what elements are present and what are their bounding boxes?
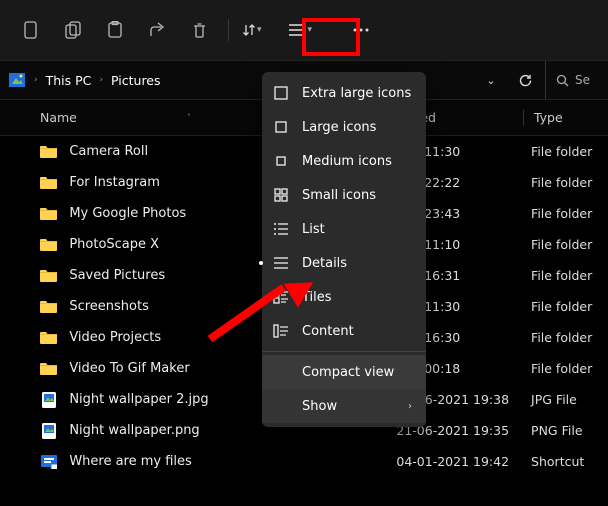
view-option-label: Medium icons xyxy=(302,154,392,169)
image-file-icon xyxy=(40,391,57,409)
file-row[interactable]: Where are my files04-01-2021 19:42Shortc… xyxy=(0,446,608,477)
view-option-label: Small icons xyxy=(302,188,376,203)
view-menu-item[interactable]: Large icons xyxy=(262,110,426,144)
delete-button[interactable] xyxy=(182,13,216,47)
image-file-icon xyxy=(40,422,57,440)
folder-icon xyxy=(40,174,57,192)
selected-indicator xyxy=(259,261,263,265)
sort-caret-icon: ˄ xyxy=(187,113,191,122)
file-type: File folder xyxy=(531,299,608,314)
folder-icon xyxy=(40,143,57,161)
chevron-right-icon[interactable]: › xyxy=(34,75,38,85)
refresh-button[interactable] xyxy=(511,66,539,94)
show-submenu-item[interactable]: Show › xyxy=(262,389,426,423)
file-type: File folder xyxy=(531,361,608,376)
new-button[interactable] xyxy=(14,13,48,47)
chevron-down-icon: ▾ xyxy=(308,25,313,35)
breadcrumb-this-pc[interactable]: This PC xyxy=(46,73,92,88)
folder-icon xyxy=(40,360,57,378)
folder-icon xyxy=(40,205,57,223)
copy-button[interactable] xyxy=(56,13,90,47)
view-menu-item[interactable]: Details xyxy=(262,246,426,280)
paste-button[interactable] xyxy=(98,13,132,47)
file-type: File folder xyxy=(531,206,608,221)
folder-icon xyxy=(40,298,57,316)
chevron-down-icon: ▾ xyxy=(257,25,262,35)
folder-icon xyxy=(40,267,57,285)
view-option-icon xyxy=(272,256,290,270)
menu-separator xyxy=(262,351,426,352)
view-option-label: Content xyxy=(302,324,354,339)
view-menu-item[interactable]: Extra large icons xyxy=(262,76,426,110)
file-type: JPG File xyxy=(531,392,608,407)
more-button[interactable] xyxy=(344,13,378,47)
search-icon xyxy=(556,74,569,87)
view-option-icon xyxy=(272,290,290,304)
file-type: File folder xyxy=(531,330,608,345)
view-option-label: Details xyxy=(302,256,347,271)
file-type: File folder xyxy=(531,175,608,190)
file-type: File folder xyxy=(531,268,608,283)
history-chevron-button[interactable]: ⌄ xyxy=(477,66,505,94)
folder-icon xyxy=(40,236,57,254)
view-menu-item[interactable]: Small icons xyxy=(262,178,426,212)
view-option-icon xyxy=(272,324,290,338)
compact-view-item[interactable]: Compact view xyxy=(262,355,426,389)
view-option-label: List xyxy=(302,222,325,237)
breadcrumb-pictures[interactable]: Pictures xyxy=(111,73,161,88)
search-placeholder: Se xyxy=(575,73,590,87)
location-icon xyxy=(8,71,26,89)
shortcut-icon xyxy=(40,453,57,471)
view-option-label: Extra large icons xyxy=(302,86,411,101)
view-menu-item[interactable]: Content xyxy=(262,314,426,348)
file-name: Where are my files xyxy=(69,454,396,469)
sort-button[interactable]: ▾ xyxy=(241,22,268,38)
view-option-icon xyxy=(272,119,290,135)
toolbar: ▾ ▾ xyxy=(0,0,608,60)
view-option-icon xyxy=(272,153,290,169)
share-button[interactable] xyxy=(140,13,174,47)
search-box[interactable]: Se xyxy=(545,61,600,99)
view-menu-item[interactable]: List xyxy=(262,212,426,246)
view-menu: Extra large icons Large icons Medium icons… xyxy=(262,72,426,427)
file-type: File folder xyxy=(531,144,608,159)
column-header-type[interactable]: Type xyxy=(534,110,608,125)
view-option-icon xyxy=(272,187,290,203)
file-type: File folder xyxy=(531,237,608,252)
view-option-icon xyxy=(272,85,290,101)
view-button[interactable]: ▾ xyxy=(282,15,325,45)
view-menu-item[interactable]: Medium icons xyxy=(262,144,426,178)
chevron-right-icon: › xyxy=(408,401,412,412)
file-type: Shortcut xyxy=(531,454,608,469)
folder-icon xyxy=(40,329,57,347)
view-option-icon xyxy=(272,222,290,236)
view-option-label: Large icons xyxy=(302,120,376,135)
view-option-label: Tiles xyxy=(302,290,332,305)
toolbar-separator xyxy=(228,19,229,41)
chevron-right-icon[interactable]: › xyxy=(99,75,103,85)
file-type: PNG File xyxy=(531,423,608,438)
view-menu-item[interactable]: Tiles xyxy=(262,280,426,314)
file-modified: 04-01-2021 19:42 xyxy=(396,454,531,469)
